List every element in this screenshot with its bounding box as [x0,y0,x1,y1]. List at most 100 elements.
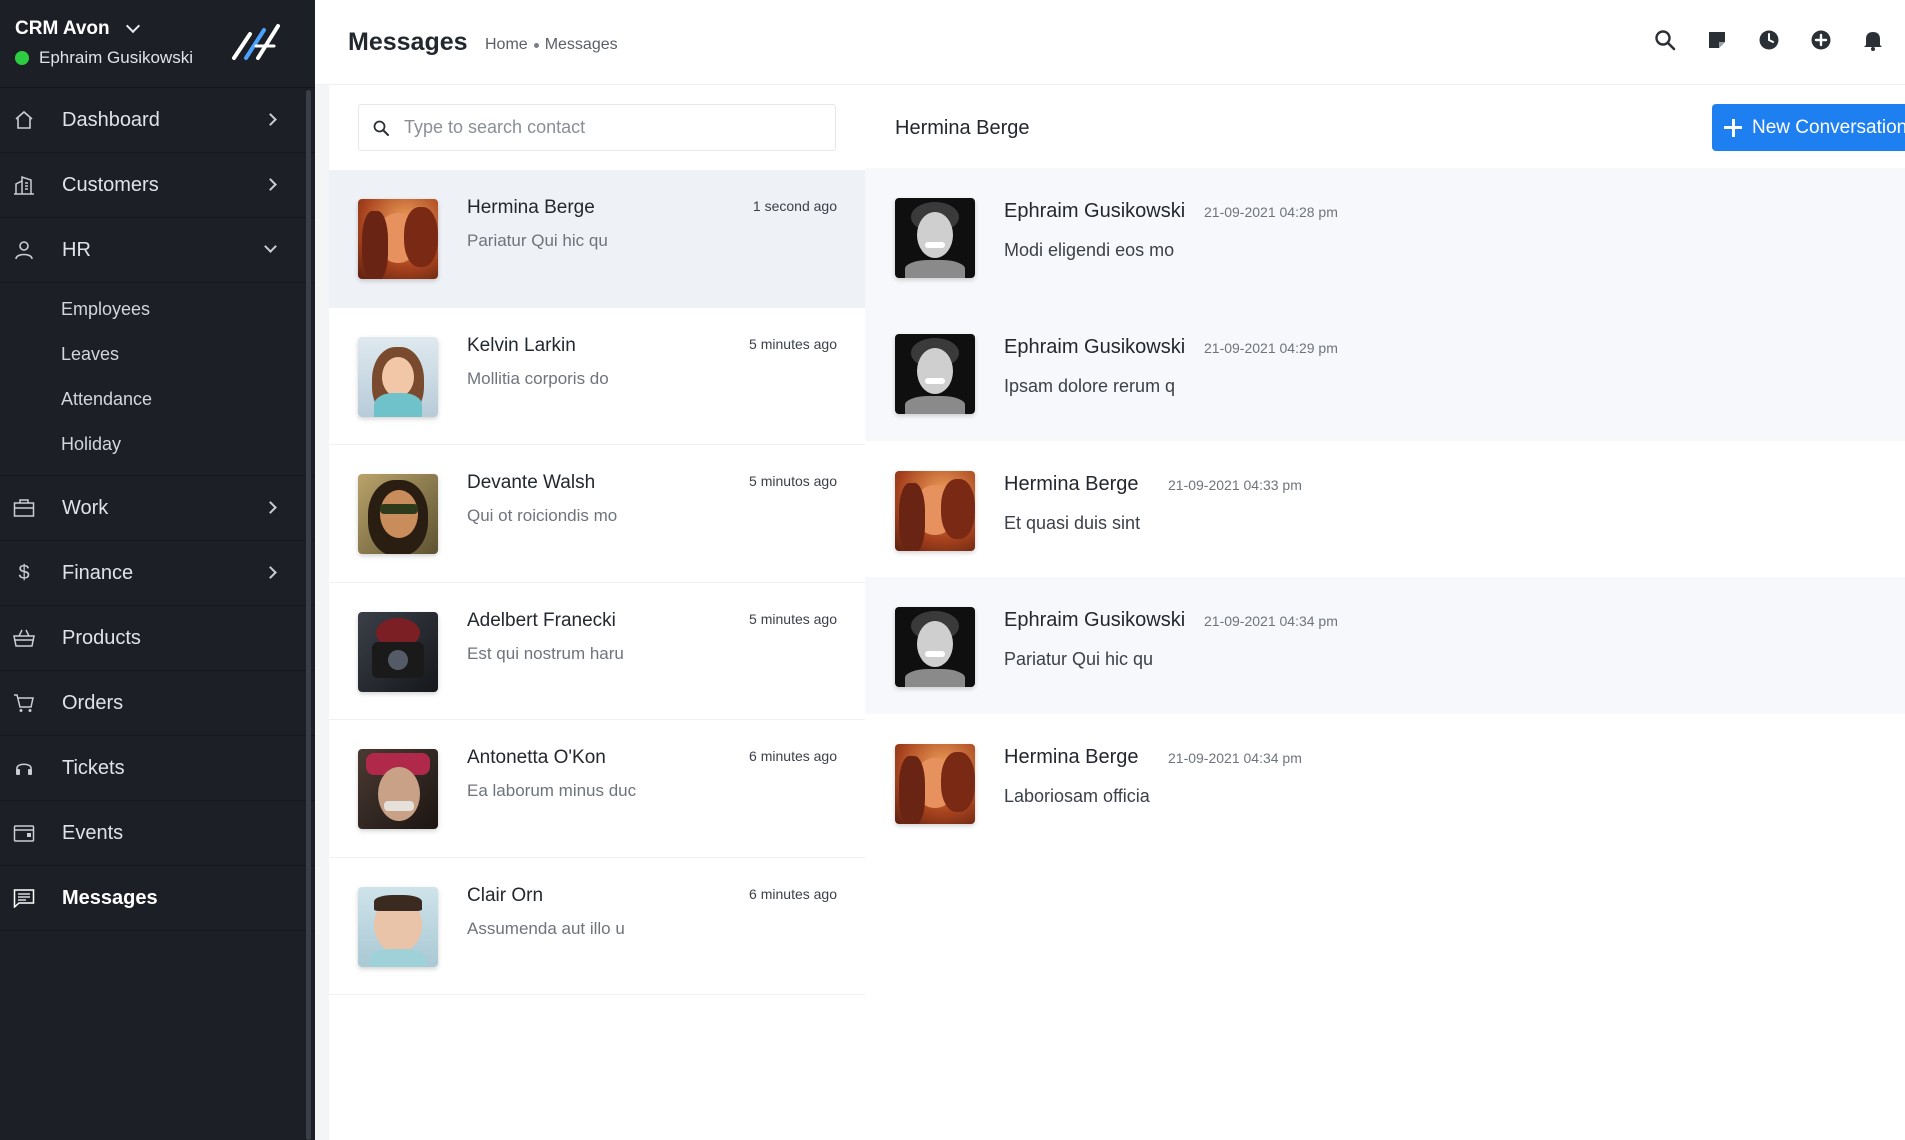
brand-header: CRM Avon Ephraim Gusikowski [0,0,315,88]
sidebar-subitem-attendance[interactable]: Attendance [0,377,315,422]
brand-logo [232,24,280,60]
message-item: Hermina Berge 21-09-2021 04:34 pm Labori… [865,714,1905,850]
panel-divider [315,85,329,1140]
avatar [358,474,438,554]
contact-item[interactable]: Antonetta O'Kon Ea laborum minus duc 6 m… [329,720,865,858]
message-time: 21-09-2021 04:34 pm [1204,613,1338,630]
user-icon [13,239,35,261]
contact-name: Hermina Berge [467,197,595,218]
sidebar-item-events[interactable]: Events [0,801,315,866]
contact-search [358,104,836,151]
sidebar-item-finance[interactable]: $ Finance [0,541,315,606]
page-title: Messages [348,28,468,56]
breadcrumb-home[interactable]: Home [485,36,528,54]
avatar [895,334,975,415]
contact-preview: Qui ot roiciondis mo [467,506,618,525]
sidebar-nav: Dashboard Customers HR Employees Leaves … [0,88,315,931]
contact-preview: Ea laborum minus duc [467,781,637,800]
workspace-name: CRM Avon [15,18,110,39]
contact-name: Kelvin Larkin [467,334,576,356]
message-sender: Ephraim Gusikowski [1004,609,1186,632]
top-bar: Messages Home Messages [315,0,1905,85]
sidebar-item-label: Events [62,821,124,844]
message-item: Ephraim Gusikowski 21-09-2021 04:34 pm P… [865,577,1905,714]
sidebar-item-messages[interactable]: Messages [0,866,315,931]
contact-name: Antonetta O'Kon [467,747,606,768]
chevron-right-icon [264,501,277,514]
sidebar-item-dashboard[interactable]: Dashboard [0,88,315,153]
sidebar-subitem-employees[interactable]: Employees [0,287,315,332]
message-item: Ephraim Gusikowski 21-09-2021 04:29 pm I… [865,304,1905,441]
avatar [358,336,438,417]
sidebar-item-work[interactable]: Work [0,476,315,541]
avatar [895,198,975,278]
search-icon [373,120,389,136]
message-time: 21-09-2021 04:28 pm [1204,204,1338,220]
contact-item[interactable]: Hermina Berge Pariatur Qui hic qu 1 seco… [329,170,865,308]
contact-name: Clair Orn [467,884,544,906]
conversation-title: Hermina Berge [895,117,1030,139]
chevron-right-icon [264,178,277,191]
message-text: Modi eligendi eos mo [1004,240,1175,260]
sidebar-subitem-leaves[interactable]: Leaves [0,332,315,377]
message-time: 21-09-2021 04:29 pm [1204,340,1338,357]
message-sender: Ephraim Gusikowski [1004,336,1186,359]
contacts-panel: Hermina Berge Pariatur Qui hic qu 1 seco… [329,85,865,1140]
sidebar-item-label: HR [62,238,91,261]
contact-time: 5 minutes ago [749,335,837,352]
clock-icon[interactable] [1757,28,1781,52]
message-sender: Hermina Berge [1004,745,1139,768]
hr-submenu: Employees Leaves Attendance Holiday [0,283,315,476]
sidebar-subitem-holiday[interactable]: Holiday [0,422,315,467]
sidebar-item-label: Messages [62,886,158,909]
search-icon[interactable] [1653,28,1677,52]
contact-item[interactable]: Clair Orn Assumenda aut illo u 6 minutes… [329,858,865,995]
avatar [895,743,975,824]
contact-preview: Est qui nostrum haru [467,643,624,663]
contact-time: 6 minutes ago [749,748,837,764]
contact-time: 6 minutes ago [749,885,837,902]
dollar-icon: $ [18,561,30,584]
sidebar-scrollbar[interactable] [306,90,311,1140]
sidebar-item-label: Orders [62,691,124,714]
briefcase-icon [13,497,35,519]
calendar-icon [13,822,35,844]
chevron-down-icon [264,240,277,253]
avatar [895,607,975,688]
new-conversation-button[interactable]: New Conversation [1712,104,1905,151]
chevron-right-icon [264,566,277,579]
contact-name: Adelbert Franecki [467,609,616,631]
message-item: Ephraim Gusikowski 21-09-2021 04:28 pm M… [865,168,1905,305]
basket-icon [13,627,35,649]
contact-time: 5 minutos ago [749,473,837,489]
add-circle-icon[interactable] [1809,28,1833,52]
cart-icon [13,692,35,714]
contact-item[interactable]: Kelvin Larkin Mollitia corporis do 5 min… [329,308,865,445]
contact-preview: Assumenda aut illo u [467,918,625,938]
sidebar-item-customers[interactable]: Customers [0,153,315,218]
sidebar-item-orders[interactable]: Orders [0,671,315,736]
note-icon[interactable] [1705,28,1729,52]
sidebar-item-products[interactable]: Products [0,606,315,671]
sidebar-item-label: Work [62,496,109,519]
chevron-down-icon[interactable] [125,18,140,34]
contact-search-input[interactable] [404,117,824,138]
building-icon [13,174,35,196]
contact-preview: Mollitia corporis do [467,368,609,388]
bell-icon[interactable] [1861,28,1885,52]
message-item: Hermina Berge 21-09-2021 04:33 pm Et qua… [865,441,1905,577]
conversation-header: Hermina Berge New Conversation [865,85,1905,168]
contact-item[interactable]: Devante Walsh Qui ot roiciondis mo 5 min… [329,445,865,583]
contact-item[interactable]: Adelbert Franecki Est qui nostrum haru 5… [329,583,865,720]
avatar [358,749,438,829]
avatar [895,470,975,551]
new-conversation-label: New Conversation [1752,116,1905,138]
home-icon [13,109,35,131]
conversation-panel: Hermina Berge New Conversation Ephraim G… [865,85,1905,1140]
breadcrumb-separator [533,42,539,48]
sidebar-item-hr[interactable]: HR [0,218,315,283]
contact-name: Devante Walsh [467,472,596,493]
sidebar-item-tickets[interactable]: Tickets [0,736,315,801]
message-text: Laboriosam officia [1004,785,1150,806]
contact-time: 5 minutes ago [749,610,837,627]
